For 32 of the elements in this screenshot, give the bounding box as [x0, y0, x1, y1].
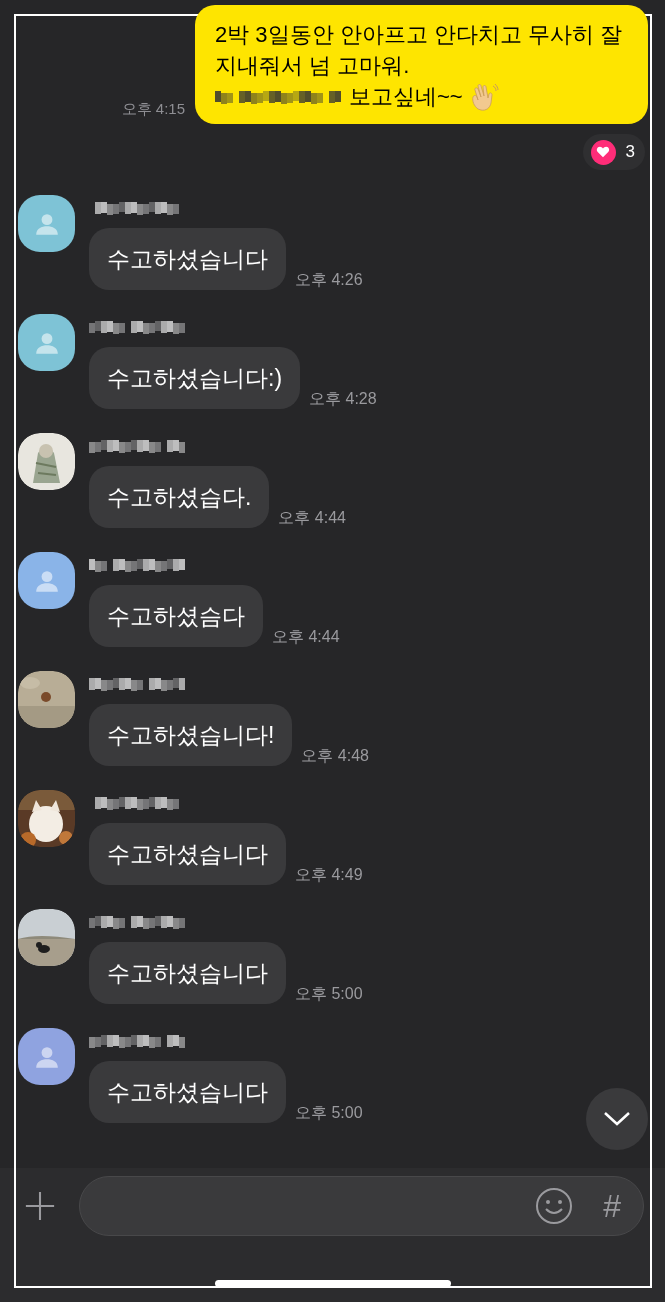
- message-bubble: 수고하셨습니다: [89, 823, 286, 885]
- avatar[interactable]: [18, 552, 75, 609]
- message-bubble: 수고하셨습니다: [89, 228, 286, 290]
- chevron-down-icon: [603, 1111, 631, 1127]
- reaction-badge[interactable]: 3: [582, 134, 645, 170]
- plus-icon: [24, 1190, 56, 1222]
- message-time: 오후 4:48: [301, 746, 369, 766]
- message-time: 오후 5:00: [295, 984, 363, 1004]
- message-bubble: 수고하셨습니다: [89, 1061, 286, 1123]
- emoji-icon[interactable]: [535, 1187, 574, 1225]
- message-time: 오후 4:28: [309, 389, 377, 409]
- message-text: 2박 3일동안 안아프고 안다치고 무사히 잘: [215, 21, 624, 49]
- message-time: 오후 4:44: [278, 508, 346, 528]
- avatar[interactable]: [18, 314, 75, 371]
- message-time: 오후 4:49: [295, 865, 363, 885]
- avatar[interactable]: [18, 1028, 75, 1085]
- add-button[interactable]: [23, 1189, 57, 1223]
- message-text: 보고싶네~~: [349, 83, 463, 111]
- message-time: 오후 4:15: [121, 98, 185, 119]
- reaction-count: 3: [625, 141, 636, 164]
- message-bubble: 수고하셨습니다!: [89, 704, 293, 766]
- hashtag-button[interactable]: #: [603, 1190, 621, 1222]
- message-bubble: 수고하셨습다.: [89, 466, 270, 528]
- message-bubble: 수고하셨습니다:): [89, 347, 301, 409]
- message-bubble: 수고하셨슴다: [89, 585, 263, 647]
- avatar[interactable]: [18, 195, 75, 252]
- message-time: 오후 4:26: [295, 270, 363, 290]
- message-text: 지내줘서 넘 고마워.: [215, 52, 411, 80]
- message-time: 오후 4:44: [272, 627, 340, 647]
- message-time: 오후 5:00: [295, 1103, 363, 1123]
- message-input-field[interactable]: #: [79, 1176, 644, 1236]
- message-bubble: 수고하셨습니다: [89, 942, 286, 1004]
